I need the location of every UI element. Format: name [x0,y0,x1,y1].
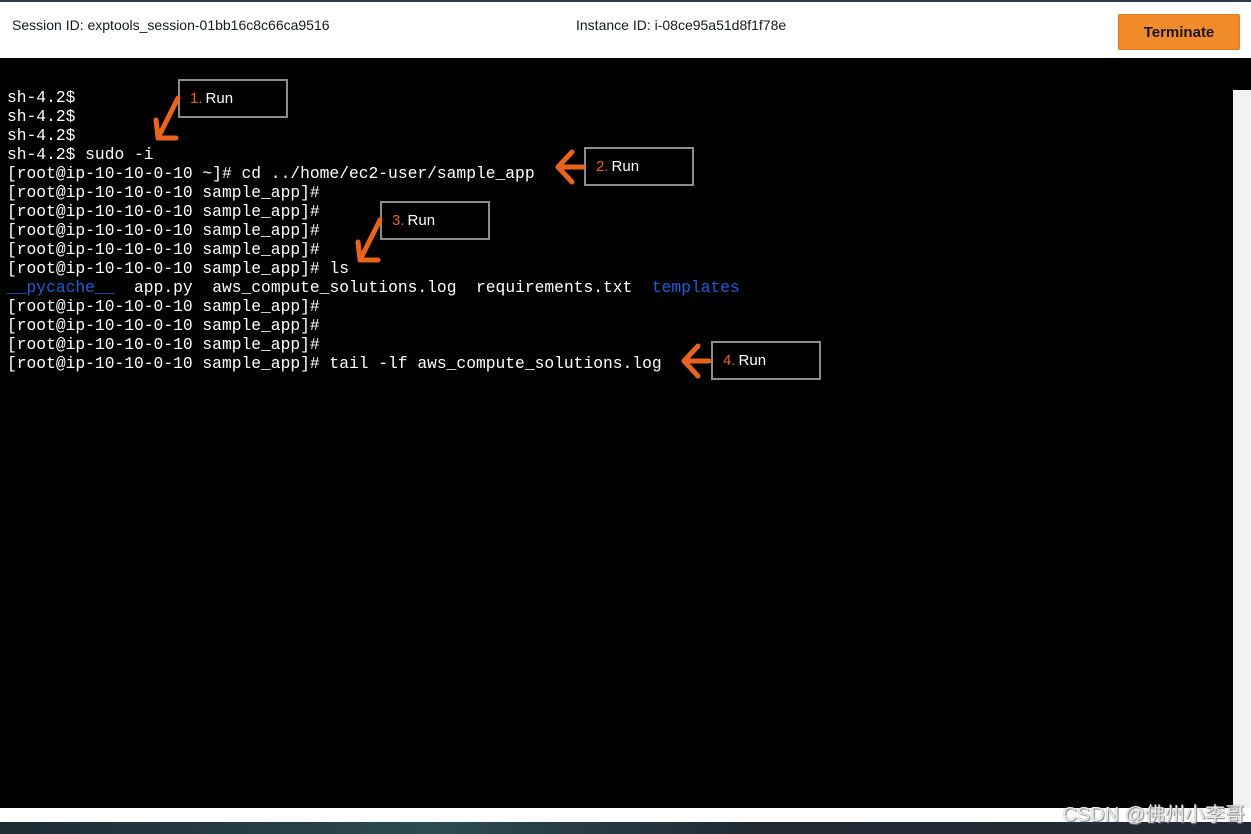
terminal-line: sh-4.2$ [7,126,76,145]
annotation-number: 2. [596,158,609,175]
annotation-label: Run [407,212,436,229]
annotation-run-1: 1. Run [178,79,288,118]
terminal-line: [root@ip-10-10-0-10 sample_app]# [7,240,320,259]
ls-output: __pycache__ app.py aws_compute_solutions… [7,278,740,297]
scrollbar[interactable] [1233,90,1251,808]
terminate-button[interactable]: Terminate [1118,14,1240,50]
terminal[interactable]: sh-4.2$ sh-4.2$ sh-4.2$ sh-4.2$ sudo -i [roo… [0,58,1251,808]
file-app: app.py [134,278,193,297]
annotation-number: 1. [190,90,203,107]
annotation-run-2: 2. Run [584,147,694,186]
watermark: CSDN @佛州小李哥 [1062,804,1245,826]
dir-templates: templates [651,278,740,297]
annotation-run-3: 3. Run [380,201,490,240]
terminal-line: [root@ip-10-10-0-10 sample_app]# [7,202,320,221]
terminal-line: [root@ip-10-10-0-10 sample_app]# [7,335,320,354]
annotation-label: Run [611,158,640,175]
annotation-label: Run [738,352,767,369]
annotation-number: 4. [723,352,736,369]
terminal-line: sh-4.2$ [7,88,76,107]
file-log: aws_compute_solutions.log [212,278,457,297]
terminal-line: [root@ip-10-10-0-10 sample_app]# [7,297,320,316]
instance-id: Instance ID: i-08ce95a51d8f1f78e [576,17,787,33]
terminal-line: [root@ip-10-10-0-10 sample_app]# [7,316,320,335]
arrow-icon [153,95,712,379]
terminal-line: [root@ip-10-10-0-10 sample_app]# tail -l… [7,354,662,373]
file-requirements: requirements.txt [476,278,633,297]
terminal-line: sh-4.2$ [7,107,76,126]
annotation-run-4: 4. Run [711,341,821,380]
dir-pycache: __pycache__ [7,278,115,297]
session-id: Session ID: exptools_session-01bb16c8c66… [12,17,330,33]
annotation-number: 3. [392,212,405,229]
session-header: Session ID: exptools_session-01bb16c8c66… [0,0,1251,58]
annotation-label: Run [205,90,234,107]
